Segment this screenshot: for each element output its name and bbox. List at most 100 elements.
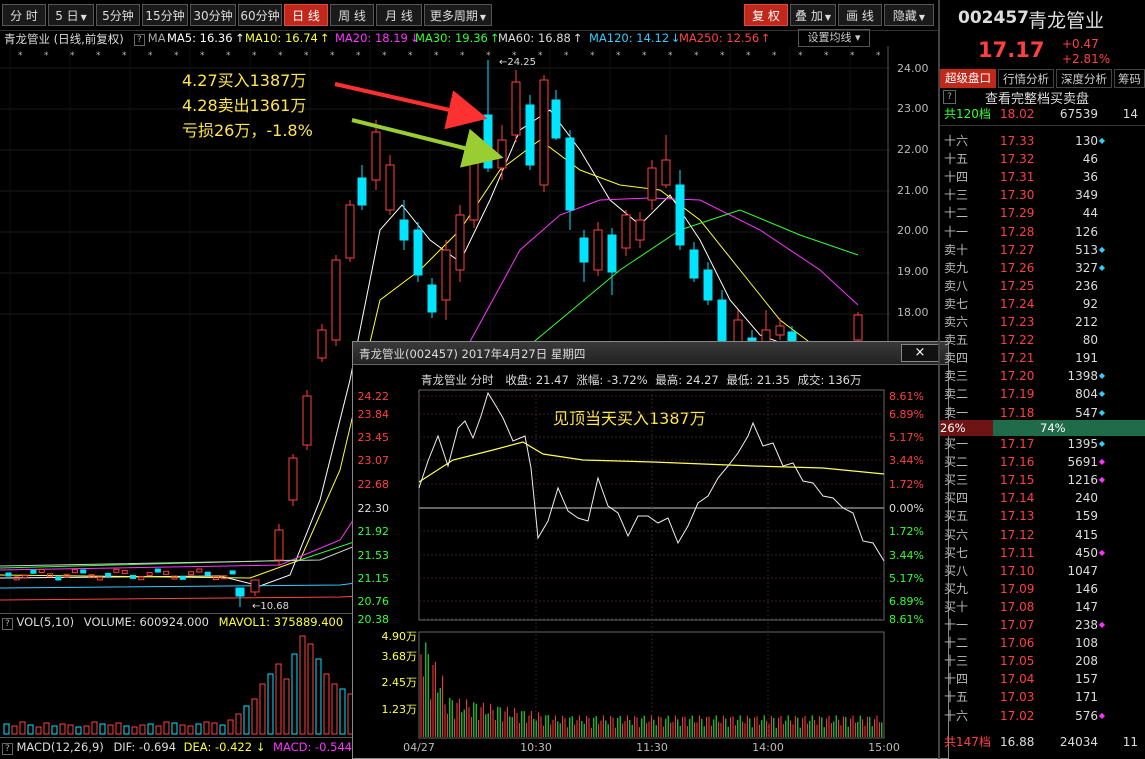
tab-chips[interactable]: 筹码 xyxy=(1114,69,1145,88)
level-volume: 240 xyxy=(1075,491,1098,506)
bid-level-row[interactable]: 买八 17.10 1047 xyxy=(942,562,1142,580)
period-5min-button[interactable]: 5分钟 xyxy=(96,4,140,26)
bid-level-row[interactable]: 十六 17.02 576 ◆ xyxy=(942,707,1142,725)
bid-level-row[interactable]: 十五 17.03 171 xyxy=(942,688,1142,706)
ask-level-row[interactable]: 十三 17.30 349 xyxy=(942,186,1142,204)
bid-level-row[interactable]: 十一 17.07 238 ◆ xyxy=(942,616,1142,634)
level-volume: 157 xyxy=(1075,672,1098,687)
ask-level-row[interactable]: 十一 17.28 126 xyxy=(942,223,1142,241)
time-tick: 15:00 xyxy=(868,741,900,754)
help-icon: ? xyxy=(134,34,145,46)
ma-value: MA5: 16.36 xyxy=(167,31,233,45)
bid-level-row[interactable]: 买十 17.08 147 xyxy=(942,598,1142,616)
draw-button[interactable]: 画 线 xyxy=(838,4,882,26)
star-icon: * xyxy=(460,51,465,61)
star-icon: * xyxy=(746,51,751,61)
bid-level-row[interactable]: 买四 17.14 240 xyxy=(942,489,1142,507)
tab-super-order[interactable]: 超级盘口 xyxy=(940,69,996,88)
volume-bar xyxy=(163,721,170,735)
ask-level-row[interactable]: 卖一 17.18 547 ◆ xyxy=(942,404,1142,422)
ask-level-row[interactable]: 十六 17.33 130 ◆ xyxy=(942,132,1142,150)
level-volume: 1047 xyxy=(1067,563,1098,578)
ask-level-row[interactable]: 卖五 17.22 80 xyxy=(942,331,1142,349)
star-icon: * xyxy=(434,51,439,61)
level-label: 卖七 xyxy=(944,296,969,311)
level-volume: 191 xyxy=(1075,351,1098,366)
level-price: 17.02 xyxy=(1000,708,1035,723)
level-price: 17.12 xyxy=(1000,527,1035,542)
period-15min-button[interactable]: 15分钟 xyxy=(142,4,188,26)
hide-button[interactable]: 隐藏 xyxy=(884,4,934,26)
adjust-button[interactable]: 复 权 xyxy=(744,4,788,26)
y-tick: 20.00 xyxy=(897,224,929,237)
ask-level-row[interactable]: 卖九 17.26 327 ◆ xyxy=(942,259,1142,277)
period-toolbar: 分 时 5 日 5分钟 15分钟 30分钟 60分钟 日 线 周 线 月 线 更… xyxy=(0,0,938,31)
ask-level-row[interactable]: 卖三 17.20 1398 ◆ xyxy=(942,367,1142,385)
level-label: 买二 xyxy=(944,455,969,470)
bid-level-row[interactable]: 买二 17.16 5691 ◆ xyxy=(942,453,1142,471)
level-volume: 208 xyxy=(1075,654,1098,669)
bid-level-row[interactable]: 买九 17.09 146 xyxy=(942,580,1142,598)
ask-level-row[interactable]: 十四 17.31 36 xyxy=(942,168,1142,186)
level-label: 买八 xyxy=(944,563,969,578)
overlay-button[interactable]: 叠 加 xyxy=(790,4,836,26)
period-30min-button[interactable]: 30分钟 xyxy=(190,4,236,26)
period-5day-button[interactable]: 5 日 xyxy=(48,4,94,26)
price-change: +0.47 xyxy=(1062,37,1099,51)
level-price: 17.08 xyxy=(1000,599,1035,614)
star-icon: * xyxy=(564,51,569,61)
period-daily-button[interactable]: 日 线 xyxy=(284,4,328,26)
level-label: 十二 xyxy=(944,206,969,221)
level-label: 十六 xyxy=(944,708,969,723)
bid-level-row[interactable]: 十四 17.04 157 xyxy=(942,670,1142,688)
annotation-buy: 4.27买入1387万 xyxy=(182,71,307,90)
volume-bar xyxy=(155,725,162,735)
large-order-icon: ◆ xyxy=(1098,439,1105,448)
ask-level-row[interactable]: 卖八 17.25 236 xyxy=(942,277,1142,295)
bid-level-row[interactable]: 十三 17.05 208 xyxy=(942,652,1142,670)
ratio-sell-pct: 26% xyxy=(940,421,966,435)
level-price: 17.18 xyxy=(1000,405,1035,420)
volume-bar xyxy=(219,724,226,735)
star-icon: * xyxy=(252,51,257,61)
ask-level-row[interactable]: 卖七 17.24 92 xyxy=(942,295,1142,313)
ask-level-row[interactable]: 卖十 17.27 513 ◆ xyxy=(942,241,1142,259)
volume-bar xyxy=(331,683,338,735)
ask-level-row[interactable]: 卖四 17.21 191 xyxy=(942,349,1142,367)
period-intraday-button[interactable]: 分 时 xyxy=(2,4,46,26)
level-price: 17.14 xyxy=(1000,491,1035,506)
help-icon[interactable]: ? xyxy=(943,90,956,104)
large-order-icon: ◆ xyxy=(1098,457,1105,467)
volume-bar xyxy=(267,673,274,735)
help-icon: ? xyxy=(2,743,13,755)
ma-toggle[interactable]: ? MA xyxy=(134,31,166,46)
pct-tick: 6.89% xyxy=(889,595,924,608)
volume-bar xyxy=(243,705,250,735)
bid-level-row[interactable]: 买一 17.17 1395 ◆ xyxy=(942,435,1142,453)
ask-level-row[interactable]: 卖六 17.23 212 xyxy=(942,313,1142,331)
ask-level-row[interactable]: 十二 17.29 44 xyxy=(942,204,1142,222)
ma-trend-icon: ↑ xyxy=(572,31,583,45)
bid-level-row[interactable]: 买六 17.12 415 xyxy=(942,526,1142,544)
period-60min-button[interactable]: 60分钟 xyxy=(238,4,282,26)
ma-setting-button[interactable]: 设置均线 ▾ xyxy=(798,29,870,47)
bid-level-row[interactable]: 买三 17.15 1216 ◆ xyxy=(942,471,1142,489)
bid-level-row[interactable]: 买七 17.11 450 ◆ xyxy=(942,544,1142,562)
price-tick: 21.15 xyxy=(358,572,390,585)
ask-level-row[interactable]: 卖二 17.19 804 ◆ xyxy=(942,385,1142,403)
level-label: 十一 xyxy=(944,224,969,239)
volume-bar xyxy=(307,643,314,735)
period-monthly-button[interactable]: 月 线 xyxy=(376,4,422,26)
tab-deep-analysis[interactable]: 深度分析 xyxy=(1056,69,1112,88)
bid-level-row[interactable]: 十二 17.06 108 xyxy=(942,634,1142,652)
period-weekly-button[interactable]: 周 线 xyxy=(330,4,374,26)
ma-value: MA250: 12.56 xyxy=(679,31,760,45)
tab-analysis[interactable]: 行情分析 xyxy=(998,69,1054,88)
bid-level-row[interactable]: 买五 17.13 159 xyxy=(942,507,1142,525)
more-periods-button[interactable]: 更多周期 xyxy=(424,4,492,26)
level-label: 十一 xyxy=(944,618,969,632)
pct-tick: 6.89% xyxy=(889,408,924,421)
large-order-icon: ◆ xyxy=(1098,407,1105,417)
star-icon: * xyxy=(44,51,49,61)
ask-level-row[interactable]: 十五 17.32 46 xyxy=(942,150,1142,168)
